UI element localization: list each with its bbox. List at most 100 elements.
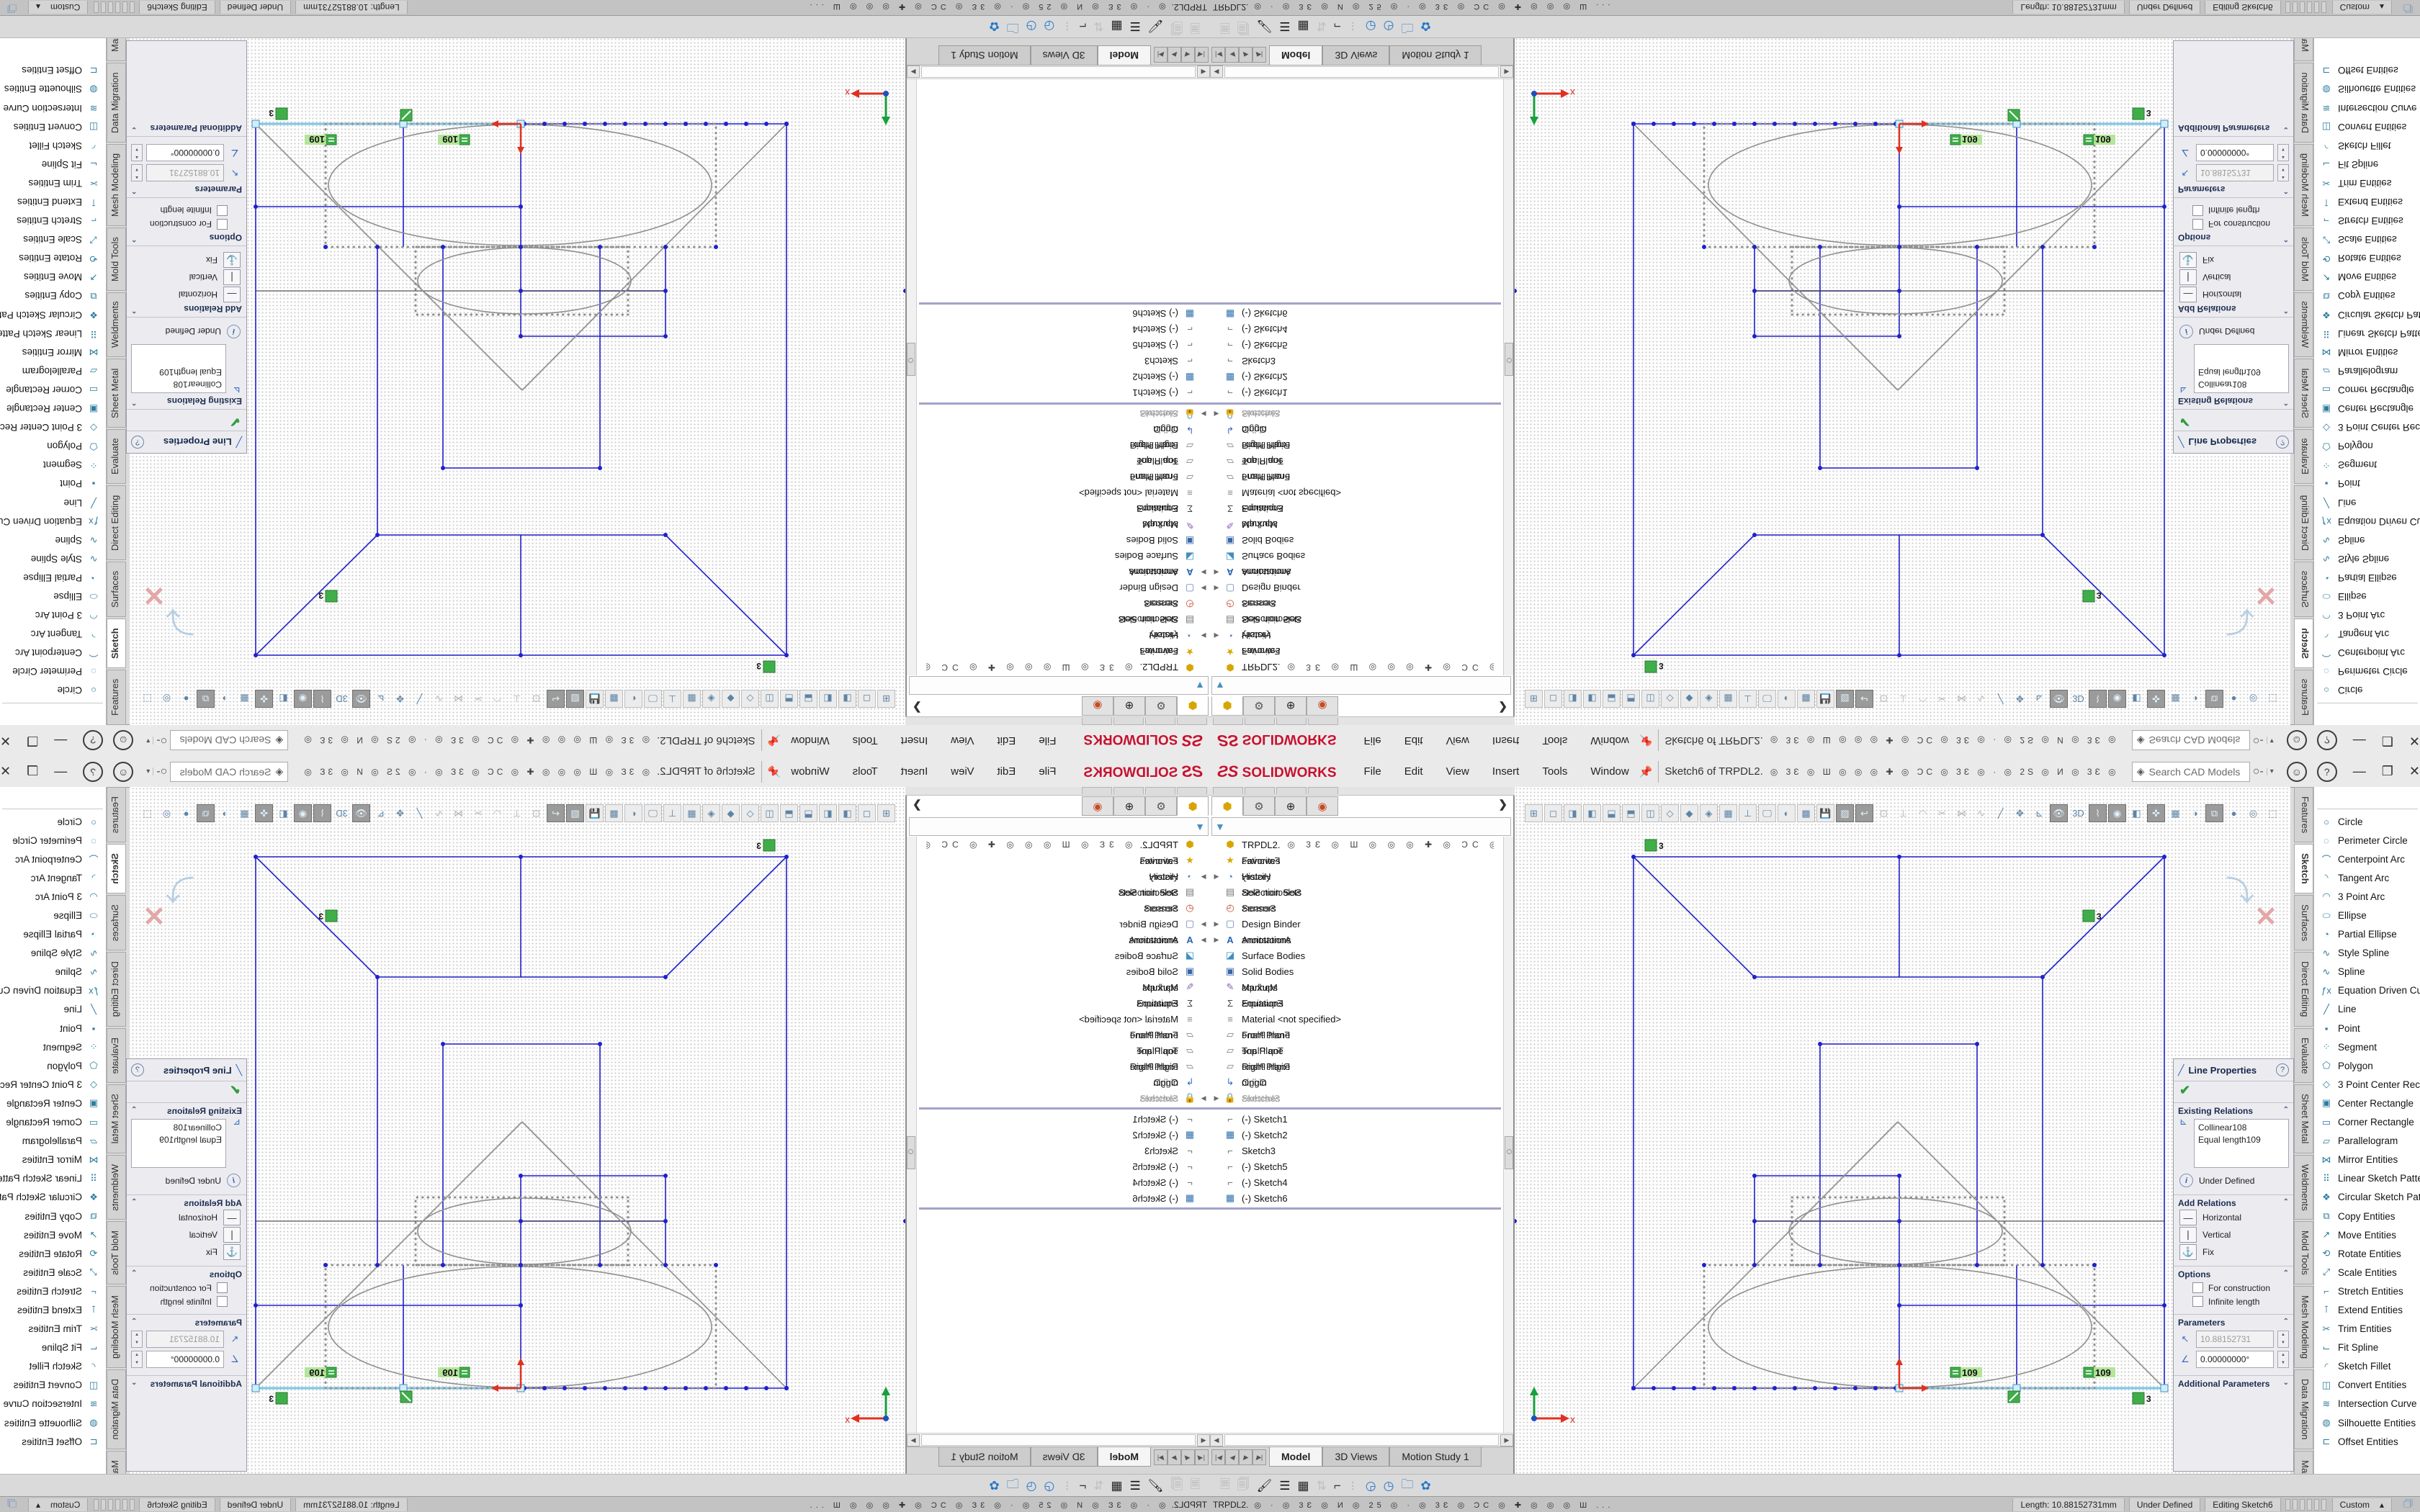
sketch-menu-item[interactable]: ◫ Convert Entities (0, 1376, 106, 1395)
sketch-menu-item[interactable]: ◌ Perimeter Circle (0, 662, 106, 681)
tree-sketch-row[interactable]: ⌐ (-) Sketch1 (919, 385, 1210, 401)
menu-item[interactable]: View (942, 762, 982, 780)
tree-row[interactable]: ↳ OriginOrigin (919, 1074, 1210, 1090)
sketch-menu-item[interactable]: ⧉ Copy Entities (0, 1207, 106, 1225)
sketch-menu-item[interactable]: ⬠ Polygon (0, 437, 106, 456)
sketch-menu-item[interactable]: ◝ Tangent Arc (2314, 625, 2420, 644)
rollback-bar[interactable] (919, 402, 1210, 405)
eraser-sheets-icon[interactable]: 🗏 (1190, 1475, 1200, 1496)
sketch-menu-item[interactable]: ⧉ Copy Entities (0, 287, 106, 305)
menu-item[interactable]: Insert (892, 732, 937, 750)
user-account-icon[interactable]: ☺ (113, 762, 133, 782)
manager-tab[interactable]: ⊕ (1113, 796, 1145, 816)
document-tab[interactable]: Motion Study 1 (1389, 45, 1481, 65)
option-checkbox-row[interactable]: For construction (2192, 219, 2289, 230)
minimize-button[interactable]: — (2353, 733, 2366, 748)
relation-entry[interactable]: Collinear108 (135, 1122, 222, 1134)
image-capture-icon[interactable]: ◶ (1044, 19, 1054, 34)
sketch-menu-item[interactable]: ╱ Line (2314, 1000, 2420, 1019)
document-tab[interactable]: 3D Views (1031, 1447, 1098, 1467)
scrollbar-thumb[interactable] (907, 343, 915, 376)
tree-sketch-row[interactable]: ▦ (-) Sketch6 (919, 306, 1210, 322)
relations-listbox[interactable]: Collinear108 Equal length109 (2194, 344, 2289, 393)
menu-item[interactable]: Edit (988, 762, 1024, 780)
command-tab[interactable]: Mold Tools (107, 1221, 126, 1284)
checkbox[interactable] (217, 1296, 228, 1307)
command-tab[interactable]: Surfaces (107, 895, 126, 950)
relation-entry[interactable]: Equal length109 (135, 1134, 222, 1146)
grip-separator[interactable]: ⋮ (1062, 21, 1072, 32)
tree-row[interactable]: ▱ Front PlaneFront Plane (919, 1027, 1210, 1043)
expand-arrow-icon[interactable]: ▶ (1197, 873, 1210, 881)
command-tab[interactable]: Direct Editing (2294, 485, 2313, 559)
sketch-menu-item[interactable]: ⤢ Scale Entities (0, 230, 106, 249)
scroll-left-arrow[interactable]: ◀ (1210, 1434, 1223, 1446)
sketch-menu-item[interactable]: ƒx Equation Driven Curve (2314, 981, 2420, 1000)
add-relation-button[interactable]: —Horizontal (2179, 287, 2289, 302)
tree-row[interactable]: ★ FavoritesFavorites (1210, 644, 1501, 660)
search-icon[interactable]: ○- (2250, 765, 2267, 778)
sketch-menu-item[interactable]: ⌙ Fit Spline (0, 1338, 106, 1357)
ok-check-button[interactable]: ✔ (127, 413, 246, 431)
length-value-field[interactable]: 10.88152731 (2196, 1331, 2274, 1348)
add-relation-button[interactable]: ❘Vertical (2179, 1227, 2289, 1243)
tree-row[interactable]: ▱ Top PlaneTop Plane (919, 454, 1210, 469)
tree-row[interactable]: ◴ SensorsSensors (919, 596, 1210, 612)
menu-item[interactable]: View (1438, 732, 1478, 750)
rollback-bar-end[interactable] (919, 1207, 1210, 1210)
sketch-menu-item[interactable]: ✂ Trim Entities (2314, 1320, 2420, 1338)
tree-row[interactable]: ▶ ◔ HistoryHistory (1210, 628, 1501, 644)
tree-filter-input[interactable]: ▼ (1211, 817, 1511, 836)
sketch-menu-item[interactable]: ∿ Style Spline (0, 944, 106, 963)
tree-row[interactable]: ▣ Solid BodiesSolid Bodies (1210, 963, 1501, 979)
relation-entry[interactable]: Equal length109 (2198, 1134, 2285, 1146)
command-tab[interactable]: Evaluate (2294, 1028, 2313, 1084)
document-tab[interactable]: Model (1098, 1447, 1151, 1467)
sketch-menu-item[interactable]: ⌒ Centerpoint Arc (2314, 644, 2420, 662)
sketch-menu-item[interactable]: ⊺ Extend Entities (0, 1300, 106, 1319)
sketch-menu-item[interactable]: ∿ Spline (0, 963, 106, 981)
status-units-dropdown[interactable]: Custom▴ (28, 1, 88, 14)
sketch-menu-item[interactable]: ⊏ Offset Entities (0, 61, 106, 80)
sketch-menu-item[interactable]: ◜ Sketch Fillet (0, 1357, 106, 1376)
pin-icon[interactable]: 📌 (1639, 734, 1653, 747)
timed-capture-icon[interactable]: ◷ (1384, 19, 1394, 34)
filter-disabled-icon[interactable]: ⇅ (1093, 19, 1103, 34)
sketch-menu-item[interactable]: ◝ Tangent Arc (2314, 868, 2420, 887)
document-tab[interactable]: 3D Views (1031, 45, 1098, 65)
status-sheet-icon[interactable]: 🗇 (2403, 0, 2413, 16)
add-relation-button[interactable]: —Horizontal (131, 287, 241, 302)
filter-disabled-icon[interactable]: ⇅ (1093, 1479, 1103, 1493)
sketch-menu-item[interactable]: ⊏ Offset Entities (0, 1432, 106, 1451)
collapse-chevron-icon[interactable]: ⌃ (2283, 1106, 2289, 1116)
rollback-bar[interactable] (1210, 402, 1501, 405)
tree-row[interactable]: ▣ Solid BodiesSolid Bodies (919, 963, 1210, 979)
sketch-menu-item[interactable]: ↗ Move Entities (2314, 268, 2420, 287)
tree-row[interactable]: ▶ 🔒 SketchesSketches (1210, 1090, 1501, 1106)
tree-sketch-row[interactable]: ⌐ (-) Sketch5 (919, 338, 1210, 354)
tree-row[interactable]: ★ FavoritesFavorites (1210, 852, 1501, 868)
manager-tab[interactable]: ⬢ (1177, 696, 1209, 716)
tree-row[interactable]: ≡ Material <not specified>Material <not … (919, 1011, 1210, 1027)
length-spinner[interactable]: ▲▼ (2277, 1331, 2289, 1348)
expand-arrow-icon[interactable]: ▶ (1210, 585, 1223, 593)
paintbrush-icon[interactable]: 🖌 (1257, 1479, 1273, 1493)
sketch-menu-item[interactable]: ◔ Partial Ellipse (2314, 568, 2420, 587)
sketch-menu-item[interactable]: ◌ Perimeter Circle (0, 831, 106, 850)
tree-row[interactable]: ◴ SensorsSensors (1210, 596, 1501, 612)
sketch-menu-item[interactable]: ↗ Move Entities (0, 1225, 106, 1244)
sketch-menu-item[interactable]: ⟲ Rotate Entities (0, 1244, 106, 1263)
tree-sketch-row[interactable]: ⌐ Sketch3 (919, 1143, 1210, 1158)
menu-item[interactable]: File (1355, 762, 1390, 780)
tree-horizontal-scrollbar[interactable]: ◀ ▶ (1210, 1433, 1513, 1446)
folder-check-icon[interactable]: 🗀 (1007, 1475, 1019, 1496)
close-button[interactable]: ✕ (2409, 764, 2420, 779)
sketch-menu-item[interactable]: ⧉ Copy Entities (2314, 1207, 2420, 1225)
sketch-menu-item[interactable]: ▭ Corner Rectangle (2314, 1113, 2420, 1132)
sketch-menu-item[interactable]: ⋈ Mirror Entities (0, 343, 106, 361)
command-tab[interactable]: Weldments (2294, 1155, 2313, 1220)
ok-check-button[interactable]: ✔ (2174, 1081, 2293, 1099)
command-tab[interactable]: Features (107, 787, 126, 842)
scrollbar-thumb[interactable] (1505, 343, 1513, 376)
search-dropdown-icon[interactable]: ▾ (143, 737, 153, 744)
